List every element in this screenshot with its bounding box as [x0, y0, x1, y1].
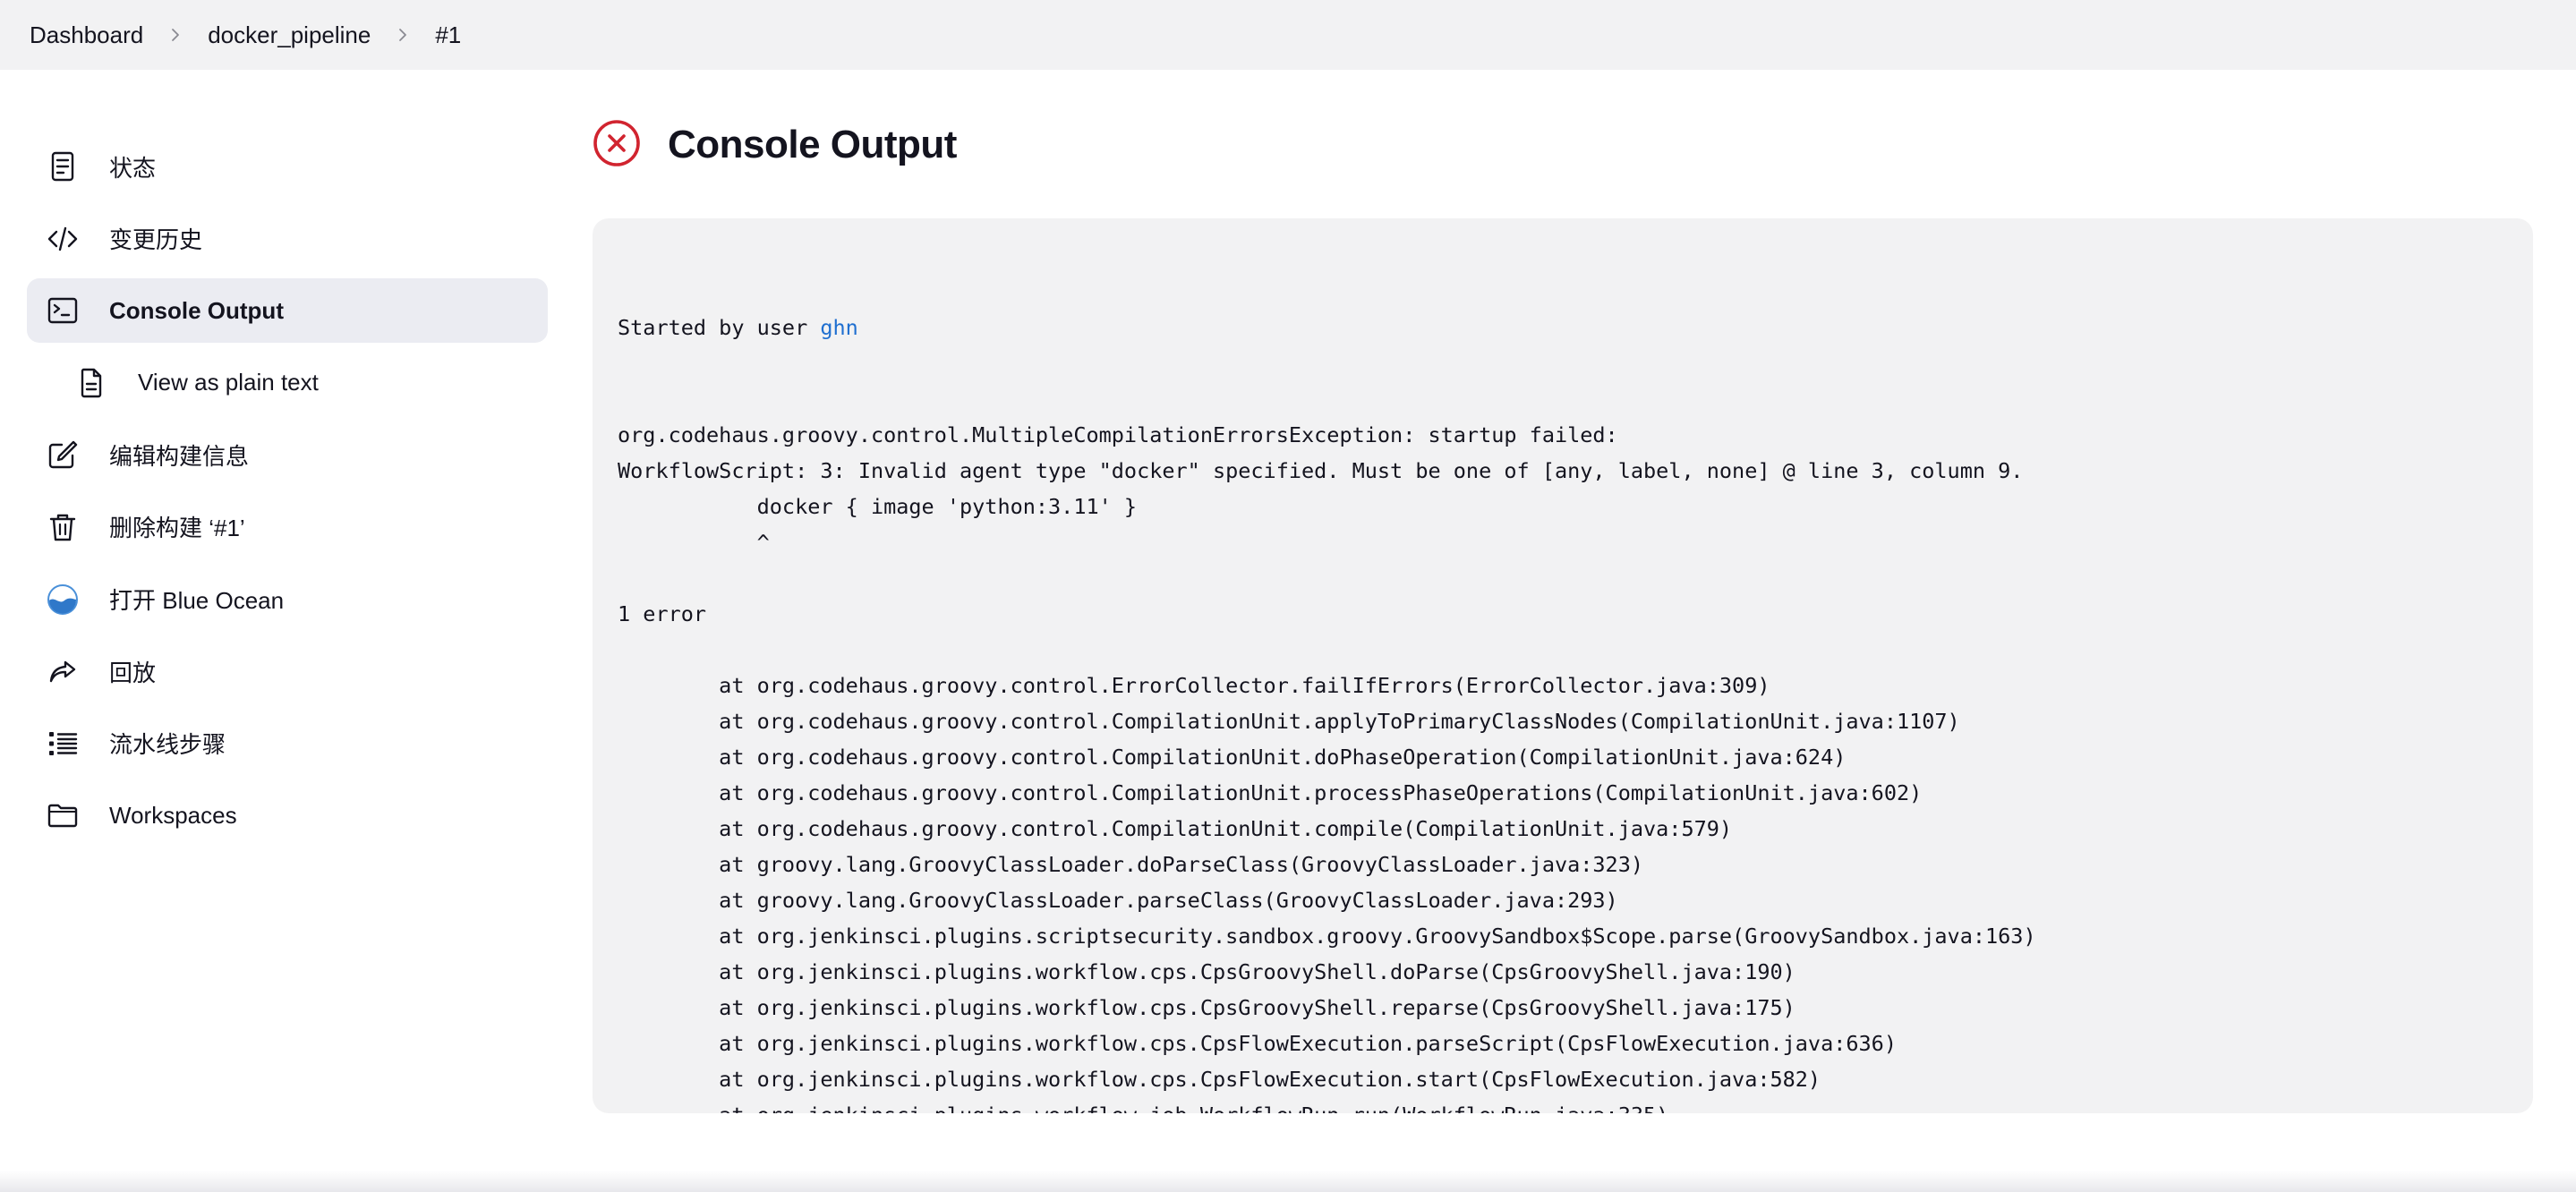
breadcrumb-job[interactable]: docker_pipeline: [208, 21, 371, 49]
console-line: at org.codehaus.groovy.control.Compilati…: [618, 780, 1923, 805]
page-title: Console Output: [668, 123, 957, 166]
page-heading: Console Output: [593, 116, 2533, 174]
console-line: at org.jenkinsci.plugins.scriptsecurity.…: [618, 924, 2036, 949]
sidebar-item-workspaces[interactable]: Workspaces: [27, 783, 548, 847]
console-line: at org.jenkinsci.plugins.workflow.job.Wo…: [618, 1097, 2508, 1113]
console-line: at groovy.lang.GroovyClassLoader.parseCl…: [618, 888, 1618, 913]
main-content: Console Output Started by user ghn org.c…: [593, 116, 2533, 1113]
console-started-text: Started by user: [618, 315, 821, 340]
console-line: WorkflowScript: 3: Invalid agent type "d…: [618, 458, 2024, 483]
sidebar-item-pipeline-steps[interactable]: 流水线步骤: [27, 711, 548, 776]
console-line: at org.codehaus.groovy.control.Compilati…: [618, 745, 1847, 770]
sidebar-item-replay[interactable]: 回放: [27, 639, 548, 703]
sidebar-item-label: View as plain text: [138, 369, 319, 396]
sidebar-item-label: Workspaces: [109, 801, 237, 829]
chevron-right-icon: [394, 26, 412, 44]
console-line: at org.jenkinsci.plugins.workflow.cps.Cp…: [618, 1031, 1897, 1056]
sidebar-item-label: Console Output: [109, 296, 284, 324]
console-line: at groovy.lang.GroovyClassLoader.doParse…: [618, 852, 1644, 877]
document-icon: [45, 149, 81, 184]
user-link[interactable]: ghn: [820, 315, 857, 340]
console-line: at org.jenkinsci.plugins.workflow.cps.Cp…: [618, 1067, 1821, 1092]
trash-icon: [45, 509, 81, 545]
edit-icon: [45, 437, 81, 473]
bottom-shadow: [0, 1171, 2576, 1192]
sidebar-item-plain-text[interactable]: View as plain text: [27, 351, 548, 415]
top-bar: Dashboard docker_pipeline #1: [0, 0, 2576, 70]
sidebar-item-edit-build-info[interactable]: 编辑构建信息: [27, 422, 548, 487]
code-icon: [45, 221, 81, 257]
console-line: at org.codehaus.groovy.control.Compilati…: [618, 816, 1733, 841]
blue-ocean-icon: [45, 582, 81, 617]
breadcrumb-dashboard[interactable]: Dashboard: [30, 21, 143, 49]
breadcrumb: Dashboard docker_pipeline #1: [0, 21, 461, 49]
console-line: at org.codehaus.groovy.control.Compilati…: [618, 709, 1960, 734]
sidebar-item-label: 状态: [109, 154, 157, 182]
failure-icon: [593, 119, 668, 172]
console-line: at org.jenkinsci.plugins.workflow.cps.Cp…: [618, 995, 1796, 1020]
terminal-icon: [45, 293, 81, 328]
console-line: at org.codehaus.groovy.control.ErrorColl…: [618, 673, 1770, 698]
sidebar-item-console-output[interactable]: Console Output: [27, 278, 548, 344]
sidebar-item-status[interactable]: 状态: [27, 134, 548, 199]
console-line: ^: [618, 530, 770, 555]
console-output: Started by user ghn org.codehaus.groovy.…: [593, 218, 2533, 1113]
sidebar-item-blue-ocean[interactable]: 打开 Blue Ocean: [27, 567, 548, 632]
sidebar-item-label: 打开 Blue Ocean: [109, 587, 285, 615]
console-lines: org.codehaus.groovy.control.MultipleComp…: [618, 417, 2508, 1113]
breadcrumb-build[interactable]: #1: [435, 21, 461, 49]
folder-icon: [45, 797, 81, 833]
console-line: docker { image 'python:3.11' }: [618, 494, 1138, 519]
list-steps-icon: [45, 726, 81, 762]
chevron-right-icon: [166, 26, 184, 44]
console-line: org.codehaus.groovy.control.MultipleComp…: [618, 422, 1618, 447]
sidebar: 状态 变更历史 Console Output View as plain tex…: [27, 134, 548, 856]
sidebar-item-delete-build[interactable]: 删除构建 ‘#1’: [27, 495, 548, 559]
sidebar-item-label: 变更历史: [109, 226, 203, 254]
sidebar-item-label: 编辑构建信息: [109, 442, 250, 470]
sidebar-item-label: 删除构建 ‘#1’: [109, 515, 245, 542]
console-line-started: Started by user ghn: [618, 310, 2508, 345]
sidebar-item-changes[interactable]: 变更历史: [27, 207, 548, 271]
file-icon: [73, 365, 109, 401]
sidebar-item-label: 回放: [109, 659, 157, 686]
sidebar-item-label: 流水线步骤: [109, 731, 226, 759]
replay-icon: [45, 653, 81, 689]
console-line: at org.jenkinsci.plugins.workflow.cps.Cp…: [618, 959, 1796, 984]
console-line: 1 error: [618, 601, 707, 626]
